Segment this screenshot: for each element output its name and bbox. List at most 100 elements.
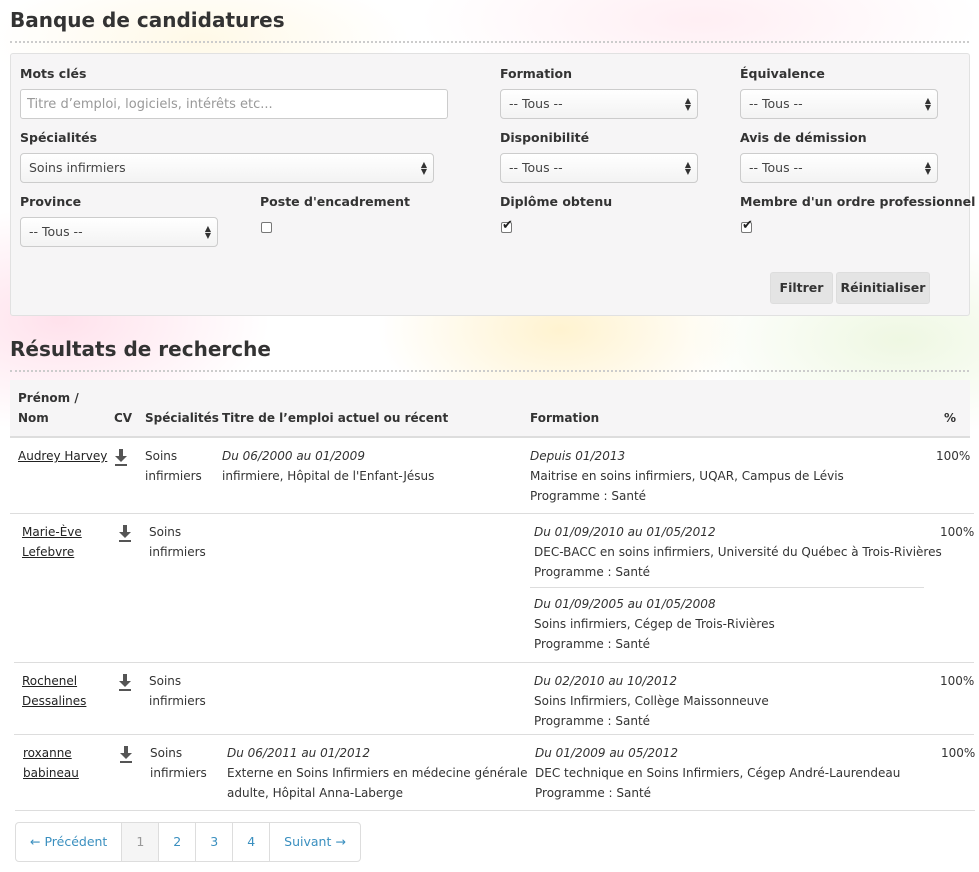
download-icon[interactable] <box>119 746 133 764</box>
candidate-name-link[interactable]: Audrey Harvey <box>18 449 107 463</box>
job-dates: Du 06/2000 au 01/2009 <box>222 449 365 463</box>
header-formation: Formation <box>530 411 600 425</box>
header-cv: CV <box>114 411 133 425</box>
specialites-label: Spécialités <box>20 130 98 145</box>
specialite-line: Soins <box>149 525 182 539</box>
candidate-name-link[interactable]: babineau <box>23 766 79 780</box>
match-percent: 100% <box>941 746 976 760</box>
diplome-label: Diplôme obtenu <box>500 194 613 209</box>
specialite-line: Soins <box>150 746 183 760</box>
job-line: adulte, Hôpital Anna-Laberge <box>227 786 404 800</box>
select-arrows-icon: ▲ ▼ <box>684 96 691 112</box>
page-link-4[interactable]: 4 <box>233 823 271 861</box>
specialite-line: Soins <box>145 449 178 463</box>
formation-label: Formation <box>500 66 572 81</box>
next-page-link[interactable]: Suivant → <box>270 823 360 861</box>
job-dates: Du 06/2011 au 01/2012 <box>227 746 370 760</box>
formation-line: DEC-BACC en soins infirmiers, Université… <box>534 545 942 559</box>
previous-page-link[interactable]: ← Précédent <box>16 823 123 861</box>
checkmark-icon: ✔ <box>502 218 513 233</box>
formation-select-value: -- Tous -- <box>509 96 563 111</box>
avis-label: Avis de démission <box>740 130 867 145</box>
specialites-select-value: Soins infirmiers <box>29 160 126 175</box>
formation-divider <box>530 587 924 588</box>
formation-line: DEC technique en Soins Infirmiers, Cégep… <box>535 766 901 780</box>
province-label: Province <box>20 194 82 209</box>
formation-line: Programme : Santé <box>534 714 651 728</box>
formation-dates: Du 01/2009 au 05/2012 <box>535 746 678 760</box>
equivalence-select[interactable]: -- Tous -- ▲ ▼ <box>740 89 938 119</box>
page-link-3[interactable]: 3 <box>196 823 234 861</box>
header-specialites: Spécialités <box>145 411 219 425</box>
candidate-name-link[interactable]: roxanne <box>23 746 72 760</box>
select-arrows-icon: ▲ ▼ <box>204 224 211 240</box>
filter-panel: Mots clés Formation -- Tous -- ▲▼ Équiva… <box>10 53 975 316</box>
formation-line: Programme : Santé <box>534 565 651 579</box>
formation-line: Programme : Santé <box>534 637 651 651</box>
diplome-checkbox[interactable]: ✔ <box>501 218 513 233</box>
results-divider <box>10 370 969 372</box>
membre-label: Membre d'un ordre professionnel <box>740 194 976 209</box>
page-title: Banque de candidatures <box>10 8 285 32</box>
formation-select[interactable]: -- Tous -- ▲ ▼ <box>500 89 698 119</box>
province-select[interactable]: -- Tous -- ▲ ▼ <box>20 217 218 247</box>
candidate-name-link[interactable]: Marie-Ève <box>22 525 82 539</box>
specialite-line: Soins <box>149 674 182 688</box>
match-percent: 100% <box>940 525 975 539</box>
job-line: Externe en Soins Infirmiers en médecine … <box>227 766 528 780</box>
row-divider <box>14 662 974 663</box>
specialite-line: infirmiers <box>145 469 202 483</box>
province-select-value: -- Tous -- <box>29 224 83 239</box>
select-arrows-icon: ▲ ▼ <box>684 160 691 176</box>
keywords-label: Mots clés <box>20 66 87 81</box>
keywords-input[interactable] <box>20 89 448 119</box>
poste-checkbox[interactable] <box>261 222 272 233</box>
header-titre: Titre de l’emploi actuel ou récent <box>222 411 449 425</box>
title-divider <box>10 41 969 43</box>
select-arrows-icon: ▲ ▼ <box>420 160 427 176</box>
select-arrows-icon: ▲ ▼ <box>924 160 931 176</box>
disponibilite-label: Disponibilité <box>500 130 590 145</box>
pagination: ← Précédent 1 2 3 4 Suivant → <box>15 822 361 862</box>
formation-line: Soins infirmiers, Cégep de Trois-Rivière… <box>534 617 775 631</box>
header-percent: % <box>944 411 957 425</box>
checkmark-icon: ✔ <box>742 218 753 233</box>
match-percent: 100% <box>936 449 971 463</box>
equivalence-select-value: -- Tous -- <box>749 96 803 111</box>
avis-select-value: -- Tous -- <box>749 160 803 175</box>
row-divider <box>14 734 974 735</box>
disponibilite-select[interactable]: -- Tous -- ▲ ▼ <box>500 153 698 183</box>
candidate-name-link[interactable]: Dessalines <box>22 694 86 708</box>
formation-line: Programme : Santé <box>530 489 647 503</box>
specialites-select[interactable]: Soins infirmiers ▲ ▼ <box>20 153 434 183</box>
table-header <box>10 380 970 436</box>
formation-line: Maitrise en soins infirmiers, UQAR, Camp… <box>530 469 844 483</box>
filter-button[interactable]: Filtrer <box>770 272 833 304</box>
download-icon[interactable] <box>118 525 132 543</box>
page-link-2[interactable]: 2 <box>159 823 197 861</box>
specialite-line: infirmiers <box>149 694 206 708</box>
select-arrows-icon: ▲ ▼ <box>924 96 931 112</box>
header-nom: Nom <box>18 411 49 425</box>
formation-dates: Du 01/09/2005 au 01/05/2008 <box>534 597 716 611</box>
header-prenom: Prénom / <box>18 391 79 405</box>
row-divider <box>15 810 975 811</box>
download-icon[interactable] <box>114 449 128 467</box>
poste-label: Poste d'encadrement <box>260 194 410 209</box>
reset-button[interactable]: Réinitialiser <box>836 272 930 304</box>
avis-select[interactable]: -- Tous -- ▲ ▼ <box>740 153 938 183</box>
specialite-line: infirmiers <box>150 766 207 780</box>
membre-checkbox[interactable]: ✔ <box>741 218 753 233</box>
results-title: Résultats de recherche <box>10 337 271 361</box>
job-line: infirmiere, Hôpital de l'Enfant-Jésus <box>222 469 435 483</box>
formation-dates: Du 01/09/2010 au 01/05/2012 <box>534 525 716 539</box>
match-percent: 100% <box>940 674 975 688</box>
equivalence-label: Équivalence <box>740 66 825 81</box>
download-icon[interactable] <box>118 674 132 692</box>
formation-line: Programme : Santé <box>535 786 652 800</box>
page-link-1[interactable]: 1 <box>122 823 160 861</box>
candidate-name-link[interactable]: Rochenel <box>22 674 77 688</box>
candidate-name-link[interactable]: Lefebvre <box>22 545 74 559</box>
formation-dates: Depuis 01/2013 <box>530 449 626 463</box>
row-divider <box>10 513 974 514</box>
